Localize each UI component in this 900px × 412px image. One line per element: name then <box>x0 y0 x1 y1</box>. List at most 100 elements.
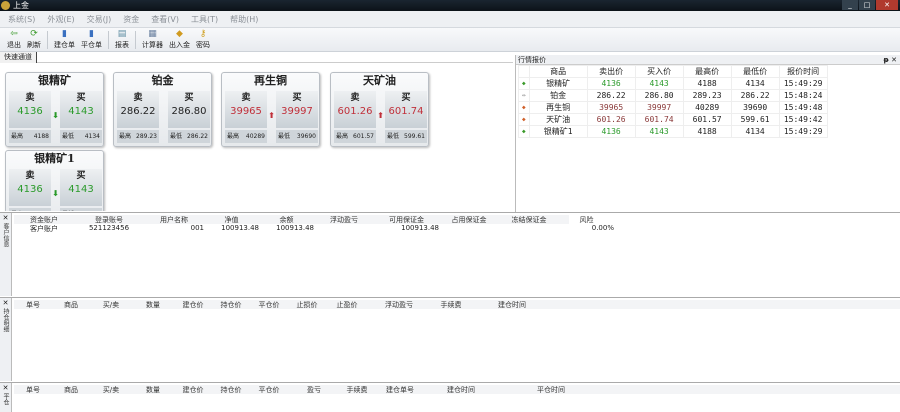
quote-name: 天矿油 <box>528 113 588 126</box>
tab-account-info[interactable]: 客户信息 <box>1 223 10 247</box>
quote-row[interactable]: ◆ 再生铜 39965 39997 40289 39690 15:49:48 <box>518 101 828 114</box>
menu-item[interactable]: 工具(T) <box>191 14 218 25</box>
column-header[interactable]: 手续费 <box>340 385 374 395</box>
close-button[interactable]: ✕ <box>876 0 898 10</box>
column-header[interactable]: 盈亏 <box>288 385 340 395</box>
quote-row[interactable]: ⇔ 铂金 286.22 286.80 289.23 286.22 15:48:24 <box>518 89 828 102</box>
buy-button[interactable]: 买 4143 <box>60 91 102 128</box>
quote-buy: 4143 <box>634 125 684 138</box>
high-label: 最高 <box>119 133 132 140</box>
quote-row[interactable]: ◆ 银精矿 4136 4143 4188 4134 15:49:29 <box>518 77 828 90</box>
column-header[interactable]: 建仓价 <box>174 385 212 395</box>
column-header[interactable]: 数量 <box>132 385 174 395</box>
sell-button[interactable]: 卖 4136 <box>9 91 51 128</box>
quote-row[interactable]: ◆ 银精矿1 4136 4143 4188 4134 15:49:29 <box>518 125 828 138</box>
quote-high: 601.57 <box>682 113 732 126</box>
sell-button[interactable]: 卖 4136 <box>9 169 51 206</box>
toolbar-button-refresh[interactable]: ⟳ 刷新 <box>24 29 44 50</box>
tab-closed[interactable]: 平仓 <box>1 393 10 405</box>
column-header[interactable]: 平仓时间 <box>496 385 606 395</box>
column-header[interactable]: 手续费 <box>430 300 472 310</box>
buy-price: 4143 <box>68 184 94 195</box>
menu-item[interactable]: 交易(J) <box>87 14 112 25</box>
column-header[interactable]: 持仓价 <box>212 300 250 310</box>
menu-item[interactable]: 系统(S) <box>8 14 35 25</box>
quote-name: 铂金 <box>528 89 588 102</box>
column-header[interactable]: 建仓时间 <box>426 385 496 395</box>
close-panel-icon[interactable]: ✕ <box>891 56 897 64</box>
column-header[interactable]: 建仓价 <box>174 300 212 310</box>
sell-button[interactable]: 卖 601.26 <box>334 91 376 128</box>
column-header[interactable]: 浮动盈亏 <box>368 300 430 310</box>
menu-item[interactable]: 查看(V) <box>151 14 179 25</box>
card-name: 银精矿 <box>38 74 71 87</box>
trend-col-header <box>518 65 530 78</box>
trend-up-icon: ⬆ <box>268 111 275 120</box>
toolbar-button-key[interactable]: ⚷ 密码 <box>193 29 213 50</box>
toolbar-button-calculator[interactable]: ▦ 计算器 <box>139 29 166 50</box>
low-label: 最低 <box>170 133 183 140</box>
toolbar-button-close-position[interactable]: ▮ 平仓单 <box>78 29 105 50</box>
sell-button[interactable]: 卖 39965 <box>225 91 267 128</box>
column-header[interactable]: 商品 <box>52 385 90 395</box>
high-info: 最高 4188 <box>9 208 51 211</box>
close-icon[interactable]: ✕ <box>0 298 11 308</box>
column-header[interactable]: 持仓价 <box>212 385 250 395</box>
maximize-button[interactable]: □ <box>859 0 875 10</box>
quote-time: 15:49:48 <box>778 101 828 114</box>
toolbar-label: 退出 <box>7 41 21 49</box>
menu-item[interactable]: 资金 <box>123 14 139 25</box>
column-header[interactable]: 商品 <box>52 300 90 310</box>
column-header: 商品 <box>528 65 588 78</box>
high-value: 4188 <box>33 133 49 140</box>
card-name: 天矿油 <box>363 74 396 87</box>
refresh-icon: ⟳ <box>30 29 38 39</box>
quote-sell: 601.26 <box>586 113 636 126</box>
column-header[interactable]: 止损价 <box>288 300 326 310</box>
column-header[interactable]: 建仓时间 <box>472 300 552 310</box>
cell: 521123456 <box>88 224 130 232</box>
buy-button[interactable]: 买 601.74 <box>385 91 427 128</box>
minimize-button[interactable]: _ <box>842 0 858 10</box>
toolbar-button-report[interactable]: ▤ 报表 <box>112 29 132 50</box>
close-icon[interactable]: ✕ <box>0 383 11 393</box>
tab-quick-access[interactable]: 快速通道 <box>0 52 37 63</box>
toolbar-button-exit[interactable]: ⇦ 退出 <box>4 29 24 50</box>
column-header[interactable]: 买/卖 <box>90 300 132 310</box>
table-row[interactable]: 客户账户 521123456 001 100913.48 100913.48 100913… <box>14 224 614 234</box>
toolbar-button-deposit[interactable]: ◆ 出入金 <box>166 29 193 50</box>
toolbar-button-open-position[interactable]: ▮ 建仓单 <box>51 29 78 50</box>
quote-time: 15:49:29 <box>778 77 828 90</box>
column-header[interactable]: 买/卖 <box>90 385 132 395</box>
buy-button[interactable]: 买 286.80 <box>168 91 210 128</box>
high-info: 最高 289.23 <box>117 130 159 143</box>
column-header: 最高价 <box>682 65 732 78</box>
column-header[interactable]: 数量 <box>132 300 174 310</box>
column-header: 买入价 <box>634 65 684 78</box>
buy-button[interactable]: 买 39997 <box>276 91 318 128</box>
menu-item[interactable]: 帮助(H) <box>230 14 258 25</box>
tab-positions[interactable]: 持仓明细 <box>1 308 10 332</box>
sell-button[interactable]: 卖 286.22 <box>117 91 159 128</box>
column-header[interactable]: 平仓价 <box>250 385 288 395</box>
pin-icon[interactable]: ᵽ <box>883 56 888 64</box>
deposit-icon: ◆ <box>176 29 183 39</box>
trend-up-icon: ⬆ <box>377 111 384 120</box>
toolbar: ⇦ 退出 ⟳ 刷新 ▮ 建仓单 ▮ 平仓单 ▤ 报表 ▦ 计算器 ◆ 出入金 ⚷ 密码 <box>0 28 900 52</box>
column-header[interactable]: 止盈价 <box>326 300 368 310</box>
quote-low: 286.22 <box>730 89 780 102</box>
menu-item[interactable]: 外观(E) <box>47 14 74 25</box>
app-icon <box>1 1 10 10</box>
column-header[interactable]: 单号 <box>14 300 52 310</box>
buy-label: 买 <box>292 93 302 103</box>
low-value: 39690 <box>296 133 316 140</box>
column-header[interactable]: 建仓单号 <box>374 385 426 395</box>
column-header[interactable]: 单号 <box>14 385 52 395</box>
low-label: 最低 <box>62 208 74 211</box>
column-header[interactable]: 平仓价 <box>250 300 288 310</box>
close-icon[interactable]: ✕ <box>0 213 11 223</box>
quote-row[interactable]: ◆ 天矿油 601.26 601.74 601.57 599.61 15:49:42 <box>518 113 828 126</box>
open-position-icon: ▮ <box>62 29 67 39</box>
toolbar-separator <box>135 30 136 49</box>
buy-button[interactable]: 买 4143 <box>60 169 102 206</box>
